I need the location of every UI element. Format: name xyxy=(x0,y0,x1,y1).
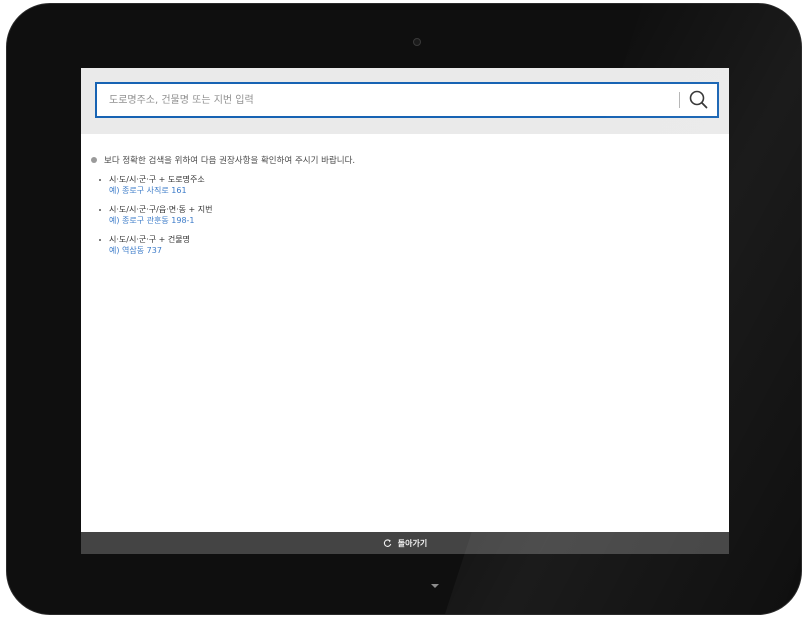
refresh-icon xyxy=(383,538,392,547)
tip-format: 시·도/시·군·구 + 건물명 xyxy=(109,235,190,244)
bullet-icon xyxy=(99,239,101,241)
tip-format: 시·도/시·군·구 + 도로명주소 xyxy=(109,175,205,184)
search-band xyxy=(81,68,729,134)
back-label: 돌아가기 xyxy=(397,538,428,548)
search-guide: 보다 정확한 검색을 위하여 다음 권장사항을 확인하여 주시기 바랍니다. 시… xyxy=(91,154,711,264)
search-box xyxy=(95,82,719,118)
tip-example: 예) 종로구 사직로 161 xyxy=(109,186,187,195)
search-icon xyxy=(689,90,708,109)
search-button[interactable] xyxy=(685,87,713,113)
search-divider xyxy=(679,92,680,108)
tip-item: 시·도/시·군·구 + 건물명 예) 역삼동 737 xyxy=(91,234,711,256)
chevron-down-icon[interactable] xyxy=(431,584,439,588)
tip-example: 예) 역삼동 737 xyxy=(109,246,162,255)
notice-text: 보다 정확한 검색을 위하여 다음 권장사항을 확인하여 주시기 바랍니다. xyxy=(104,156,356,166)
camera-icon xyxy=(413,38,421,46)
tip-item: 시·도/시·군·구 + 도로명주소 예) 종로구 사직로 161 xyxy=(91,174,711,196)
bullet-icon xyxy=(99,209,101,211)
tablet-frame: 보다 정확한 검색을 위하여 다음 권장사항을 확인하여 주시기 바랍니다. 시… xyxy=(6,3,802,615)
notice-dot-icon xyxy=(91,157,97,163)
bullet-icon xyxy=(99,179,101,181)
tip-item: 시·도/시·군·구/읍·면·동 + 지번 예) 종로구 관훈동 198-1 xyxy=(91,204,711,226)
tip-list: 시·도/시·군·구 + 도로명주소 예) 종로구 사직로 161 시·도/시·군… xyxy=(91,174,711,256)
screen: 보다 정확한 검색을 위하여 다음 권장사항을 확인하여 주시기 바랍니다. 시… xyxy=(81,68,729,554)
back-button[interactable]: 돌아가기 xyxy=(81,532,729,554)
notice: 보다 정확한 검색을 위하여 다음 권장사항을 확인하여 주시기 바랍니다. xyxy=(91,154,711,166)
search-input[interactable] xyxy=(99,86,679,114)
tip-example: 예) 종로구 관훈동 198-1 xyxy=(109,216,195,225)
tip-format: 시·도/시·군·구/읍·면·동 + 지번 xyxy=(109,205,213,214)
